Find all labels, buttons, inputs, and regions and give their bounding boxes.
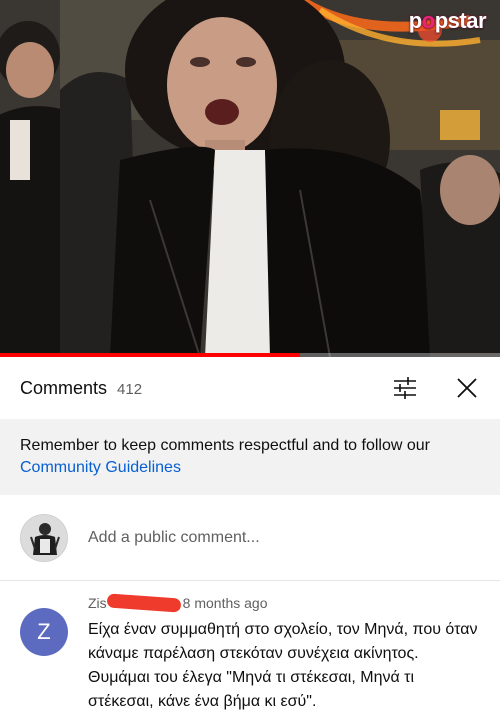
comment-text: Είχα έναν συμμαθητή στο σχολείο, τον Μην…: [88, 621, 478, 710]
comment-meta: Zis 8 months ago: [88, 593, 480, 613]
add-comment-input[interactable]: Add a public comment...: [88, 529, 260, 547]
sort-filter-icon[interactable]: [392, 375, 418, 401]
add-comment-row: Add a public comment...: [0, 495, 500, 581]
comment-body: Zis 8 months ago Είχα έναν συμμαθητή στο…: [88, 593, 480, 710]
user-avatar[interactable]: [20, 513, 68, 562]
popstar-watermark: popstar: [408, 8, 487, 33]
redaction-mark: [106, 593, 182, 613]
comment-item: Z Zis 8 months ago Είχα έναν συμμαθητή σ…: [0, 582, 500, 710]
comments-header: Comments 412: [0, 357, 500, 419]
commenter-avatar[interactable]: Z: [20, 608, 68, 656]
community-guidelines-link[interactable]: Community Guidelines: [20, 457, 480, 479]
video-player[interactable]: popstar: [0, 0, 500, 357]
community-notice: Remember to keep comments respectful and…: [0, 419, 500, 495]
close-icon[interactable]: [454, 375, 480, 401]
header-actions: [392, 375, 480, 401]
comment-author[interactable]: Zis: [88, 595, 107, 611]
comment-timestamp: 8 months ago: [182, 595, 268, 611]
video-frame: [0, 0, 500, 357]
comments-title: Comments: [20, 377, 108, 398]
comments-count: 412: [117, 380, 143, 398]
notice-text: Remember to keep comments respectful and…: [20, 437, 430, 454]
